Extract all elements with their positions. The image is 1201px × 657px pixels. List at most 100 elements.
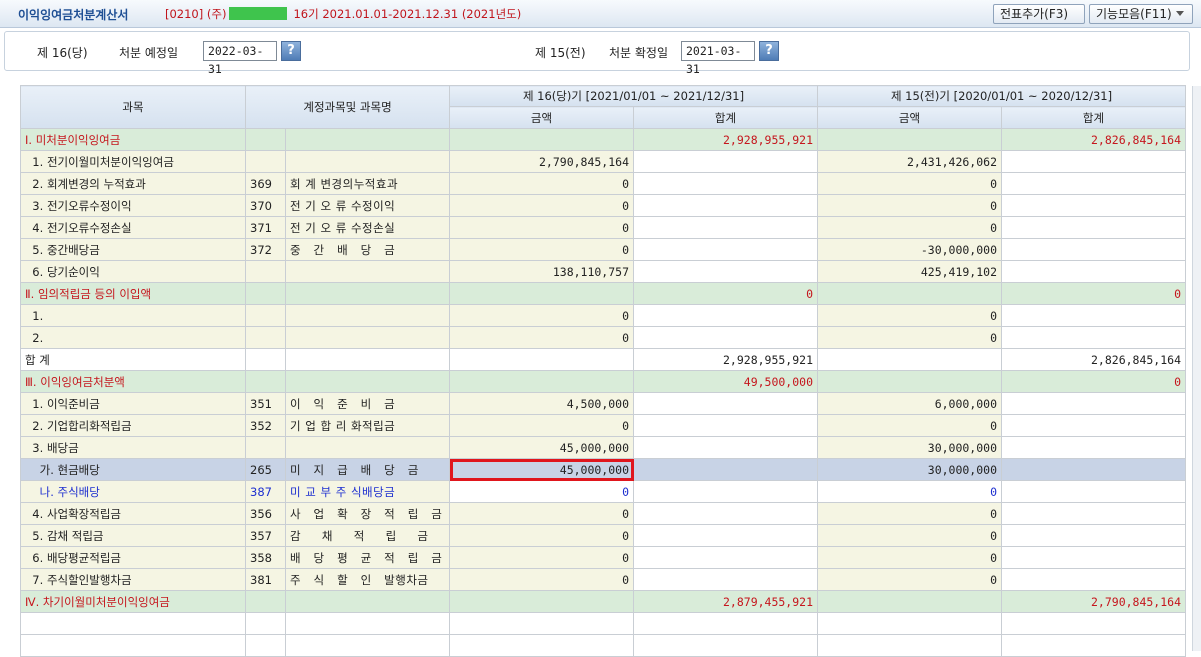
- prior-amount-cell[interactable]: 6,000,000: [817, 392, 1003, 415]
- account-cell[interactable]: 미 교 부 주 식배당금: [284, 480, 451, 503]
- table-row[interactable]: Ⅳ. 차기이월미처분이익잉여금 2,879,455,921 2,790,845,16…: [20, 590, 1187, 613]
- prior-amount-cell[interactable]: [817, 282, 1003, 305]
- account-cell[interactable]: 전 기 오 류 수정이익: [284, 194, 451, 217]
- subject-cell[interactable]: 5. 감채 적립금: [20, 524, 246, 547]
- current-total-cell[interactable]: [633, 172, 819, 195]
- current-amount-cell[interactable]: 0: [449, 414, 635, 437]
- current-total-cell[interactable]: [633, 502, 819, 525]
- code-cell[interactable]: [245, 282, 286, 305]
- prior-total-cell[interactable]: [1001, 480, 1187, 503]
- subject-cell[interactable]: 2.: [20, 326, 246, 349]
- prior-amount-cell[interactable]: 0: [817, 304, 1003, 327]
- account-cell[interactable]: 감 채 적 립 금: [284, 524, 451, 547]
- function-menu-button[interactable]: 기능모음(F11): [1089, 4, 1193, 24]
- table-row[interactable]: 2. 회계변경의 누적효과 369 회 계 변경의누적효과 0 0: [20, 172, 1187, 195]
- prior-total-cell[interactable]: [1001, 172, 1187, 195]
- code-cell[interactable]: [245, 260, 286, 283]
- account-cell[interactable]: 전 기 오 류 수정손실: [284, 216, 451, 239]
- current-total-cell[interactable]: [633, 414, 819, 437]
- current-amount-cell[interactable]: 138,110,757: [449, 260, 635, 283]
- table-row[interactable]: 3. 배당금 45,000,000 30,000,000: [20, 436, 1187, 459]
- subject-cell[interactable]: 6. 배당평균적립금: [20, 546, 246, 569]
- vertical-scrollbar[interactable]: [1192, 86, 1201, 651]
- table-row[interactable]: 1. 전기이월미처분이익잉여금 2,790,845,164 2,431,426,06…: [20, 150, 1187, 173]
- prior-total-cell[interactable]: [1001, 414, 1187, 437]
- subject-cell[interactable]: 7. 주식할인발행차금: [20, 568, 246, 591]
- table-row[interactable]: 3. 전기오류수정이익 370 전 기 오 류 수정이익 0 0: [20, 194, 1187, 217]
- current-total-cell[interactable]: [633, 194, 819, 217]
- current-total-cell[interactable]: 0: [633, 282, 819, 305]
- code-cell[interactable]: 352: [245, 414, 286, 437]
- account-cell[interactable]: [284, 348, 451, 371]
- table-row[interactable]: 나. 주식배당 387 미 교 부 주 식배당금 0 0: [20, 480, 1187, 503]
- subject-cell[interactable]: [20, 612, 246, 635]
- code-cell[interactable]: [245, 634, 286, 657]
- subject-cell[interactable]: 5. 중간배당금: [20, 238, 246, 261]
- current-total-cell[interactable]: [633, 260, 819, 283]
- code-cell[interactable]: 351: [245, 392, 286, 415]
- table-row[interactable]: 1. 0 0: [20, 304, 1187, 327]
- account-cell[interactable]: 중 간 배 당 금: [284, 238, 451, 261]
- code-cell[interactable]: [245, 348, 286, 371]
- prior-total-cell[interactable]: [1001, 436, 1187, 459]
- prior-amount-cell[interactable]: 0: [817, 414, 1003, 437]
- account-cell[interactable]: 사 업 확 장 적 립 금: [284, 502, 451, 525]
- subject-cell[interactable]: 1.: [20, 304, 246, 327]
- account-cell[interactable]: [284, 590, 451, 613]
- account-cell[interactable]: [284, 304, 451, 327]
- current-total-cell[interactable]: [633, 458, 819, 481]
- current-amount-cell[interactable]: 4,500,000: [449, 392, 635, 415]
- current-total-cell[interactable]: [633, 524, 819, 547]
- current-total-cell[interactable]: [633, 216, 819, 239]
- prior-total-cell[interactable]: [1001, 392, 1187, 415]
- current-amount-cell[interactable]: 45,000,000: [449, 458, 635, 481]
- code-cell[interactable]: 357: [245, 524, 286, 547]
- subject-cell[interactable]: 3. 배당금: [20, 436, 246, 459]
- prior-total-cell[interactable]: 0: [1001, 370, 1187, 393]
- current-total-cell[interactable]: [633, 612, 819, 635]
- prior-amount-cell[interactable]: [817, 590, 1003, 613]
- account-cell[interactable]: 회 계 변경의누적효과: [284, 172, 451, 195]
- prior-amount-cell[interactable]: 30,000,000: [817, 436, 1003, 459]
- table-row[interactable]: 6. 배당평균적립금 358 배 당 평 균 적 립 금00: [20, 546, 1187, 569]
- prior-amount-cell[interactable]: [817, 128, 1003, 151]
- prior-total-cell[interactable]: [1001, 238, 1187, 261]
- table-row[interactable]: [20, 634, 1187, 657]
- account-cell[interactable]: 기 업 합 리 화적립금: [284, 414, 451, 437]
- prior-amount-cell[interactable]: 0: [817, 194, 1003, 217]
- current-total-cell[interactable]: [633, 480, 819, 503]
- prior-total-cell[interactable]: 2,826,845,164: [1001, 348, 1187, 371]
- prior-amount-cell[interactable]: [817, 634, 1003, 657]
- prior-amount-cell[interactable]: [817, 612, 1003, 635]
- current-amount-cell[interactable]: [449, 282, 635, 305]
- code-cell[interactable]: 370: [245, 194, 286, 217]
- planned-date-field[interactable]: 2022-03-31: [203, 41, 277, 76]
- table-row[interactable]: 합 계 2,928,955,921 2,826,845,164: [20, 348, 1187, 371]
- code-cell[interactable]: [245, 304, 286, 327]
- table-row[interactable]: 2. 기업합리화적립금 352 기 업 합 리 화적립금 0 0: [20, 414, 1187, 437]
- table-row[interactable]: 5. 중간배당금 372 중 간 배 당 금 0 -30,000,000: [20, 238, 1187, 261]
- prior-amount-cell[interactable]: 0: [817, 172, 1003, 195]
- current-total-cell[interactable]: [633, 392, 819, 415]
- prior-total-cell[interactable]: [1001, 546, 1187, 569]
- subject-cell[interactable]: 6. 당기순이익: [20, 260, 246, 283]
- prior-total-cell[interactable]: 0: [1001, 282, 1187, 305]
- current-amount-cell[interactable]: [449, 634, 635, 657]
- current-total-cell[interactable]: 2,928,955,921: [633, 128, 819, 151]
- add-voucher-button[interactable]: 전표추가(F3): [993, 4, 1085, 24]
- table-row[interactable]: 1. 이익준비금 351 이 익 준 비 금 4,500,000 6,000,000: [20, 392, 1187, 415]
- subject-cell[interactable]: Ⅱ. 임의적립금 등의 이입액: [20, 282, 246, 305]
- prior-total-cell[interactable]: [1001, 216, 1187, 239]
- current-total-cell[interactable]: [633, 150, 819, 173]
- subject-cell[interactable]: 3. 전기오류수정이익: [20, 194, 246, 217]
- prior-amount-cell[interactable]: 0: [817, 480, 1003, 503]
- account-cell[interactable]: 이 익 준 비 금: [284, 392, 451, 415]
- subject-cell[interactable]: 4. 사업확장적립금: [20, 502, 246, 525]
- code-cell[interactable]: 369: [245, 172, 286, 195]
- prior-amount-cell[interactable]: [817, 348, 1003, 371]
- account-cell[interactable]: 주 식 할 인 발행차금: [284, 568, 451, 591]
- current-total-cell[interactable]: [633, 546, 819, 569]
- current-amount-cell[interactable]: 0: [449, 194, 635, 217]
- prior-total-cell[interactable]: [1001, 150, 1187, 173]
- account-cell[interactable]: [284, 370, 451, 393]
